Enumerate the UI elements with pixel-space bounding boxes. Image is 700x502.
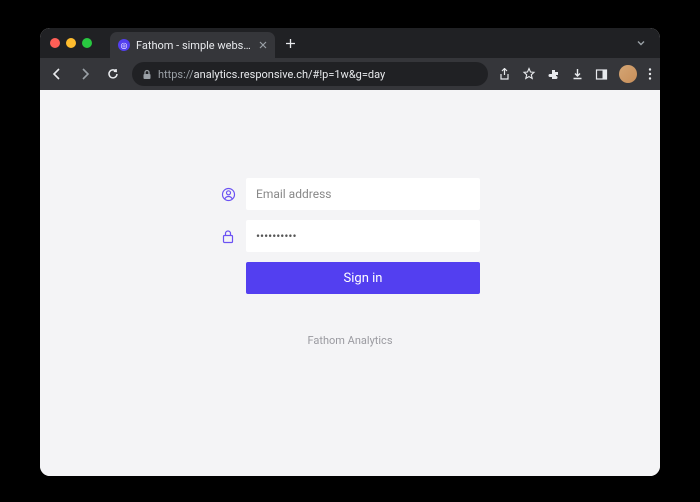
page-content: Sign in Fathom Analytics bbox=[40, 90, 660, 476]
menu-kebab-icon[interactable] bbox=[648, 67, 652, 81]
new-tab-button[interactable] bbox=[285, 38, 305, 49]
panel-icon[interactable] bbox=[595, 68, 608, 81]
traffic-lights bbox=[50, 38, 92, 48]
lock-icon bbox=[142, 69, 152, 80]
tabs-dropdown-button[interactable] bbox=[636, 38, 646, 48]
address-bar[interactable]: https://analytics.responsive.ch/#!p=1w&g… bbox=[132, 62, 488, 86]
reload-button[interactable] bbox=[104, 67, 122, 81]
back-button[interactable] bbox=[48, 67, 66, 81]
forward-button[interactable] bbox=[76, 67, 94, 81]
favicon-icon: ◎ bbox=[118, 39, 130, 51]
bookmark-star-icon[interactable] bbox=[522, 67, 536, 81]
extensions-icon[interactable] bbox=[547, 68, 560, 81]
browser-toolbar: https://analytics.responsive.ch/#!p=1w&g… bbox=[40, 58, 660, 90]
email-field[interactable] bbox=[246, 178, 480, 210]
profile-avatar[interactable] bbox=[619, 65, 637, 83]
tab-title: Fathom - simple website analy bbox=[136, 39, 253, 52]
lock-icon bbox=[220, 229, 236, 244]
browser-tab[interactable]: ◎ Fathom - simple website analy bbox=[110, 32, 275, 58]
url-text: https://analytics.responsive.ch/#!p=1w&g… bbox=[158, 68, 385, 81]
titlebar: ◎ Fathom - simple website analy bbox=[40, 28, 660, 58]
email-row bbox=[220, 178, 480, 210]
tab-close-button[interactable] bbox=[259, 41, 267, 49]
window-minimize-button[interactable] bbox=[66, 38, 76, 48]
signin-button[interactable]: Sign in bbox=[246, 262, 480, 294]
window-close-button[interactable] bbox=[50, 38, 60, 48]
share-icon[interactable] bbox=[498, 68, 511, 81]
password-row bbox=[220, 220, 480, 252]
toolbar-actions bbox=[498, 65, 652, 83]
footer-label: Fathom Analytics bbox=[307, 334, 392, 347]
browser-window: ◎ Fathom - simple website analy bbox=[40, 28, 660, 476]
downloads-icon[interactable] bbox=[571, 68, 584, 81]
window-fullscreen-button[interactable] bbox=[82, 38, 92, 48]
signin-form: Sign in bbox=[220, 178, 480, 294]
password-field[interactable] bbox=[246, 220, 480, 252]
user-icon bbox=[220, 187, 236, 202]
tab-strip: ◎ Fathom - simple website analy bbox=[110, 28, 636, 58]
